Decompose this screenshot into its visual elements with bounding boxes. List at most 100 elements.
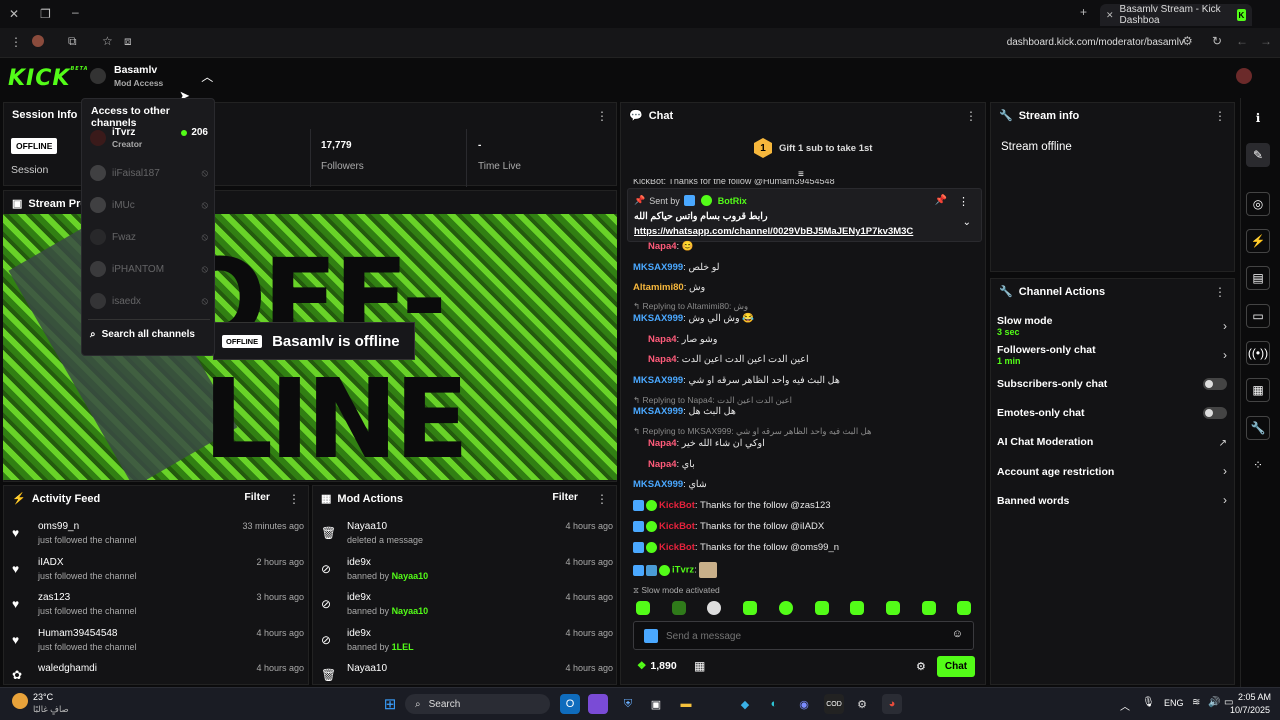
kebab-menu-icon[interactable]: ⋮ [288, 492, 300, 506]
chevron-right-icon[interactable]: › [1223, 464, 1227, 478]
emote-icon[interactable] [707, 601, 721, 615]
new-tab-icon[interactable]: + [1080, 5, 1087, 19]
settings-icon[interactable]: ⚙ [852, 694, 872, 714]
filter-button[interactable]: Filter [552, 491, 578, 503]
mod-by[interactable]: Nayaa10 [392, 606, 429, 616]
chevron-down-icon[interactable]: ⌄ [963, 217, 971, 228]
emote-icon[interactable] [850, 601, 864, 615]
banned-words-setting[interactable]: Banned words › [997, 493, 1227, 507]
back-icon[interactable]: → [1260, 34, 1272, 48]
chat-username[interactable]: MKSAX999 [633, 262, 683, 273]
channel-selector[interactable]: Basamlv Mod Access ︿ [90, 64, 213, 88]
emote-icon[interactable] [743, 601, 757, 615]
emote-icon[interactable] [636, 601, 650, 615]
microphone-icon[interactable]: 🎙 [1142, 697, 1155, 708]
windows-start-icon[interactable]: ⊞ [380, 694, 400, 714]
chevron-up-icon[interactable]: ︿ [1120, 698, 1130, 713]
feed-user[interactable]: oms99_n [38, 521, 79, 532]
extensions-icon[interactable]: ⧉ [68, 34, 77, 49]
user-avatar[interactable] [1236, 68, 1252, 84]
taskbar-search[interactable]: ⌕ Search [405, 694, 550, 714]
mod-by[interactable]: 1LEL [392, 642, 414, 652]
channel-points[interactable]: ❖ 1,890 [637, 660, 677, 672]
call-of-duty-icon[interactable]: COD [824, 694, 844, 714]
chat-input-box[interactable]: ☺ [633, 621, 974, 650]
feed-user[interactable]: waledghamdi [38, 663, 97, 674]
app-icon[interactable]: ◆ [735, 694, 755, 714]
close-window-icon[interactable]: ✕ [9, 7, 19, 21]
reply-context[interactable]: ↰ Replying to Napa4: اعين الدت اعين الدت [633, 395, 792, 406]
chat-username[interactable]: iTvrz [672, 565, 694, 576]
reply-context[interactable]: ↰ Replying to Altamimi80: وش [633, 301, 748, 312]
clock-time[interactable]: 2:05 AM [1238, 692, 1271, 702]
forward-icon[interactable]: ← [1236, 34, 1248, 48]
feed-user[interactable]: zas123 [38, 592, 70, 603]
kebab-menu-icon[interactable]: ⋮ [1214, 109, 1226, 123]
filter-button[interactable]: Filter [244, 491, 270, 503]
kebab-menu-icon[interactable]: ⋮ [596, 492, 608, 506]
kebab-menu-icon[interactable]: ⋮ [965, 109, 977, 123]
weather-icon[interactable] [12, 693, 28, 709]
restore-icon[interactable]: ❐ [40, 7, 51, 21]
share-icon[interactable]: ⧈ [124, 34, 132, 49]
file-icon[interactable]: ▤ [1246, 266, 1270, 290]
emote-icon[interactable] [922, 601, 936, 615]
bolt-icon[interactable]: ⚡ [1246, 229, 1270, 253]
add-widget-icon[interactable]: ⁘ [1246, 453, 1270, 477]
store-icon[interactable]: ▣ [646, 694, 666, 714]
clock-date[interactable]: 10/7/2025 [1230, 705, 1270, 715]
subscribers-only-toggle[interactable] [1203, 378, 1227, 390]
kick-logo[interactable]: KICKBETA [8, 66, 89, 91]
outlook-icon[interactable]: O [560, 694, 580, 714]
emote-icon[interactable] [672, 601, 686, 615]
emote-icon[interactable] [957, 601, 971, 615]
feed-user[interactable]: iIADX [38, 557, 64, 568]
chrome-icon[interactable]: ◕ [882, 694, 902, 714]
chat-username[interactable]: MKSAX999 [633, 479, 683, 490]
wifi-icon[interactable]: ≋ [1192, 697, 1200, 708]
dropdown-channel-item[interactable]: iTvrz Creator 206 [90, 127, 208, 149]
slow-mode-setting[interactable]: Slow mode 3 sec › [997, 315, 1227, 337]
file-explorer-icon[interactable]: ▬ [676, 694, 696, 714]
emotes-only-toggle[interactable] [1203, 407, 1227, 419]
gift-sub-text[interactable]: Gift 1 sub to take 1st [779, 143, 872, 154]
emoji-icon[interactable]: ☺ [952, 628, 963, 640]
discord-icon[interactable]: ◉ [794, 694, 814, 714]
chat-username[interactable]: Napa4 [648, 241, 677, 252]
menu-dots-icon[interactable]: ⋮ [10, 35, 22, 49]
emote-icon[interactable] [886, 601, 900, 615]
pin-toggle-icon[interactable]: 📌 [935, 195, 947, 206]
gear-icon[interactable]: ⚙ [916, 660, 926, 673]
minimize-icon[interactable]: – [72, 5, 79, 19]
mod-target[interactable]: Nayaa10 [347, 521, 387, 532]
info-icon[interactable]: ℹ [1246, 106, 1270, 130]
chat-username[interactable]: MKSAX999 [633, 406, 683, 417]
mod-log-icon[interactable]: ▦ [1246, 378, 1270, 402]
send-chat-button[interactable]: Chat [937, 656, 975, 677]
chat-username[interactable]: Napa4 [648, 354, 677, 365]
copilot-icon[interactable] [588, 694, 608, 714]
dropdown-channel-item[interactable]: Fwaz ⦸ [90, 229, 208, 245]
chat-username[interactable]: Napa4 [648, 459, 677, 470]
search-all-channels[interactable]: ⌕ Search all channels [90, 329, 195, 340]
reload-icon[interactable]: ↻ [1212, 34, 1222, 48]
chat-username[interactable]: MKSAX999 [633, 375, 683, 386]
browser-tab[interactable]: ✕ Basamlv Stream - Kick Dashboa K [1100, 4, 1252, 26]
reply-context[interactable]: ↰ Replying to MKSAX999: هل البث فيه واحد… [633, 426, 872, 437]
mod-target[interactable]: Nayaa10 [347, 663, 387, 674]
profile-icon[interactable] [32, 35, 44, 47]
close-tab-icon[interactable]: ✕ [1106, 10, 1114, 21]
edge-icon[interactable]: ◐ [764, 694, 784, 714]
pinned-sender[interactable]: BotRix [718, 196, 747, 206]
camera-icon[interactable]: ◎ [1246, 192, 1270, 216]
followers-only-setting[interactable]: Followers-only chat 1 min › [997, 344, 1227, 366]
emotes-only-setting[interactable]: Emotes-only chat [997, 407, 1227, 419]
subscribers-only-setting[interactable]: Subscribers-only chat [997, 378, 1227, 390]
security-shield-icon[interactable]: ⛨ [618, 694, 638, 714]
store-icon[interactable]: ▦ [694, 659, 705, 673]
kebab-menu-icon[interactable]: ⋮ [596, 109, 608, 123]
chat-username[interactable]: KickBot [659, 521, 695, 532]
kebab-menu-icon[interactable]: ⋮ [1214, 285, 1226, 299]
chat-username[interactable]: MKSAX999 [633, 313, 683, 324]
dropdown-channel-item[interactable]: iPHANTOM ⦸ [90, 261, 208, 277]
